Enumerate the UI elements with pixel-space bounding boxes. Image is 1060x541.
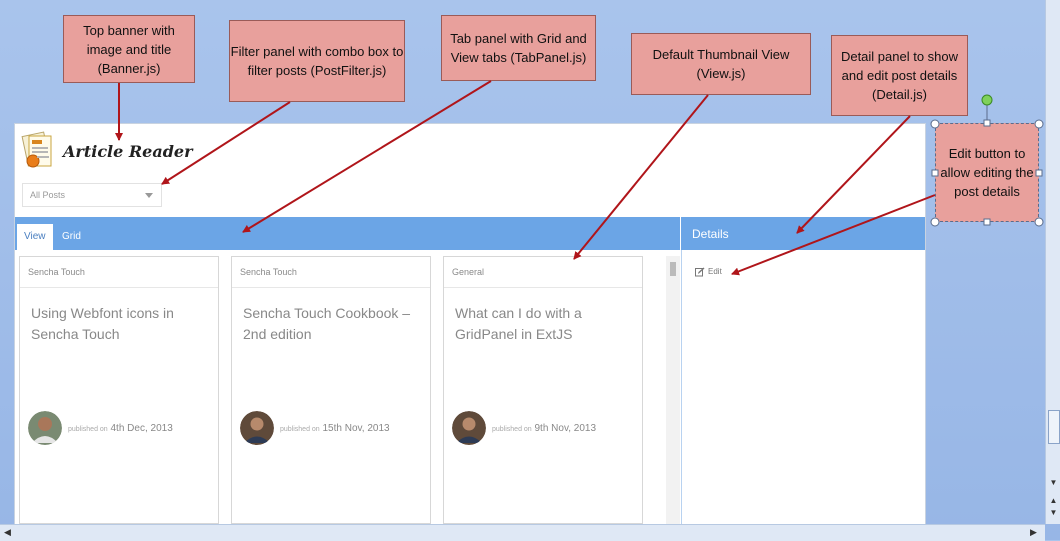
rotate-handle[interactable] (981, 94, 993, 106)
tabpanel-arrow (242, 80, 492, 233)
view-arrow (573, 94, 709, 260)
edit-arrow (731, 194, 936, 276)
detail-arrow (796, 115, 911, 234)
filter-arrow (161, 101, 291, 185)
annotation-arrows (115, 80, 1044, 276)
selection-handles[interactable] (930, 119, 1044, 227)
